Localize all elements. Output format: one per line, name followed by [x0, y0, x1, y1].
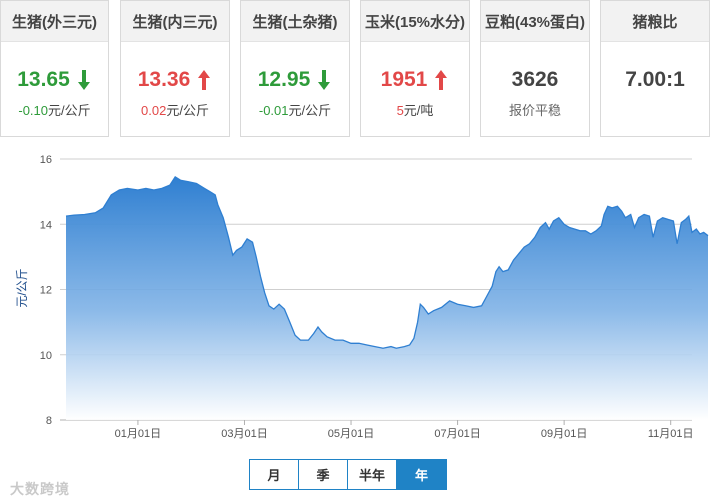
- price-area: [66, 176, 708, 420]
- arrow-up-icon: [435, 70, 448, 90]
- card-change-value: 5: [396, 103, 404, 118]
- card-price: 1951: [361, 68, 469, 92]
- x-tick-label: 07月01日: [434, 428, 480, 440]
- range-button-quarter[interactable]: 季: [299, 460, 348, 489]
- y-tick-label: 16: [40, 154, 52, 166]
- card-price-value: 12.95: [257, 68, 311, 91]
- card-change: -0.01元/公斤: [241, 100, 349, 119]
- watermark: 大数跨境: [10, 481, 70, 497]
- y-tick-label: 8: [46, 415, 52, 427]
- card-label: 生猪(外三元): [1, 1, 108, 42]
- range-button-half-year[interactable]: 半年: [348, 460, 397, 489]
- card-corn[interactable]: 玉米(15%水分) 1951 5元/吨: [360, 0, 470, 137]
- price-area-chart: 8 10 12 14 16 01月01日 03月01日 05月01日 07月01日 09月01日…: [15, 154, 709, 440]
- card-label: 豆粕(43%蛋白): [481, 1, 589, 42]
- card-price: 13.65: [1, 68, 108, 92]
- y-axis-ticks: 8 10 12 14 16: [40, 154, 52, 427]
- x-tick-label: 01月01日: [115, 428, 161, 440]
- card-price-value: 13.36: [137, 68, 191, 91]
- card-price-value: 13.65: [17, 68, 70, 91]
- card-pig-local[interactable]: 生猪(土杂猪) 12.95 -0.01元/公斤: [240, 0, 350, 137]
- y-tick-label: 12: [40, 285, 52, 297]
- y-tick-label: 14: [40, 219, 52, 231]
- card-change: 0.02元/公斤: [121, 100, 229, 119]
- range-button-month[interactable]: 月: [250, 460, 299, 489]
- card-label: 生猪(土杂猪): [241, 1, 349, 42]
- card-change: 报价平稳: [481, 100, 589, 119]
- arrow-down-icon: [318, 70, 331, 90]
- arrow-up-icon: [198, 70, 211, 90]
- price-cards: 生猪(外三元) 13.65 -0.10元/公斤 生猪(内三元) 13.36 0.…: [0, 0, 715, 140]
- price-chart: 8 10 12 14 16 01月01日 03月01日 05月01日 07月01日 09月01日…: [0, 140, 715, 503]
- card-pig-outer[interactable]: 生猪(外三元) 13.65 -0.10元/公斤: [0, 0, 109, 137]
- card-change-value: 0.02: [141, 103, 167, 118]
- range-selector: 月 季 半年 年: [249, 459, 447, 490]
- card-pig-grain-ratio[interactable]: 猪粮比 7.00:1: [600, 0, 710, 137]
- x-axis: 01月01日 03月01日 05月01日 07月01日 09月01日 11月01日: [60, 419, 694, 440]
- card-change-value: 报价平稳: [508, 103, 561, 118]
- card-price-value: 1951: [380, 68, 428, 91]
- card-change-value: -0.01: [258, 103, 289, 118]
- card-price: 7.00:1: [601, 68, 709, 92]
- y-tick-label: 10: [40, 350, 52, 362]
- x-tick-label: 09月01日: [541, 428, 587, 440]
- card-soymeal[interactable]: 豆粕(43%蛋白) 3626 报价平稳: [480, 0, 590, 137]
- card-pig-inner[interactable]: 生猪(内三元) 13.36 0.02元/公斤: [120, 0, 230, 137]
- card-price-value: 7.00:1: [625, 68, 685, 91]
- card-change-value: -0.10: [18, 103, 48, 118]
- y-axis-label: 元/公斤: [15, 268, 29, 307]
- card-price: 13.36: [121, 68, 229, 92]
- card-price-value: 3626: [511, 68, 559, 91]
- range-button-year[interactable]: 年: [397, 460, 446, 489]
- card-change: 5元/吨: [361, 100, 469, 119]
- card-label: 生猪(内三元): [121, 1, 229, 42]
- card-change-unit: 元/公斤: [166, 103, 209, 118]
- arrow-down-icon: [77, 70, 90, 90]
- card-label: 玉米(15%水分): [361, 1, 469, 42]
- x-tick-label: 11月01日: [648, 428, 694, 440]
- card-price: 12.95: [241, 68, 349, 92]
- card-change-unit: 元/吨: [403, 103, 434, 118]
- card-label: 猪粮比: [601, 1, 709, 42]
- card-change: -0.10元/公斤: [1, 100, 108, 119]
- card-change-unit: 元/公斤: [288, 103, 332, 118]
- card-price: 3626: [481, 68, 589, 92]
- x-tick-label: 05月01日: [328, 428, 374, 440]
- x-tick-label: 03月01日: [221, 428, 267, 440]
- card-change-unit: 元/公斤: [48, 103, 91, 118]
